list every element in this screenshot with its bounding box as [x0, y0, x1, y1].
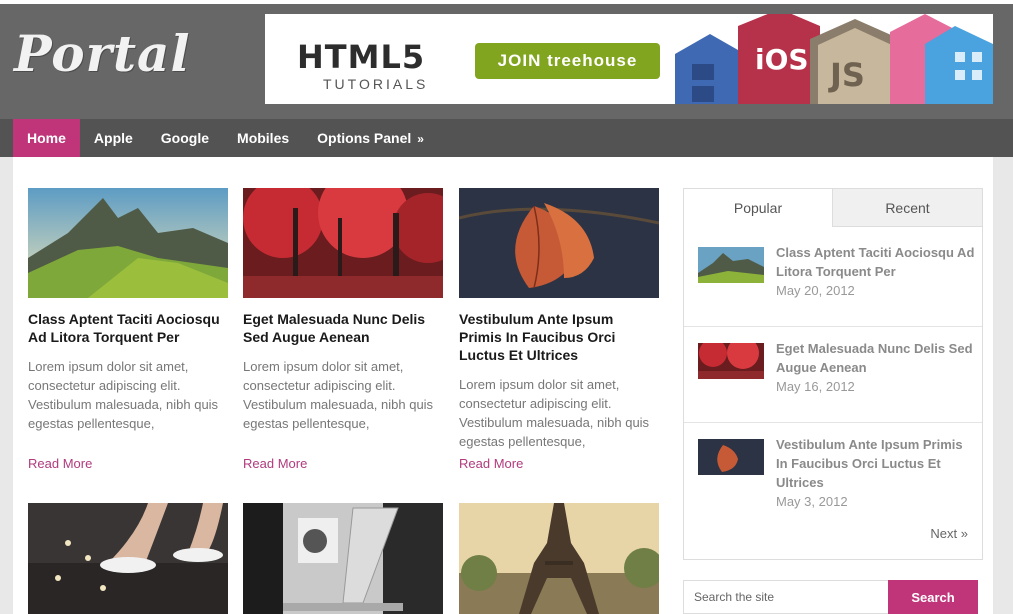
site-logo[interactable]: Portal [14, 24, 190, 83]
tab-recent[interactable]: Recent [833, 189, 982, 227]
sidebar-item-date: May 3, 2012 [776, 494, 848, 509]
sidebar-tabs: Popular Recent [684, 189, 982, 227]
main-content: Class Aptent Taciti Aociosqu Ad Litora T… [13, 157, 993, 614]
post-excerpt: Lorem ipsum dolor sit amet, consectetur … [459, 377, 650, 449]
post-card: Eget Malesuada Nunc Delis Sed Augue Aene… [243, 188, 443, 471]
nav-item-options-panel[interactable]: Options Panel » [303, 119, 438, 157]
sidebar-tabs-widget: Popular Recent Class Aptent Taciti Aocio… [683, 188, 983, 560]
sidebar-list-item: Vestibulum Ante Ipsum Primis In Faucibus… [684, 423, 982, 523]
post-title[interactable]: Class Aptent Taciti Aociosqu Ad Litora T… [28, 310, 228, 346]
banner-title: HTML5 [297, 38, 426, 76]
post-thumbnail-mountains[interactable] [28, 188, 228, 298]
post-title[interactable]: Vestibulum Ante Ipsum Primis In Faucibus… [459, 310, 659, 364]
post-thumbnail-leaf[interactable] [459, 188, 659, 298]
search-form: Search [683, 580, 983, 614]
read-more-link[interactable]: Read More [28, 456, 92, 471]
sidebar-item-title-text: Eget Malesuada Nunc Delis Sed Augue Aene… [776, 341, 973, 375]
sidebar-item-title-text: Vestibulum Ante Ipsum Primis In Faucibus… [776, 437, 963, 490]
chevron-right-icon: » [417, 132, 424, 146]
sidebar-item-date: May 20, 2012 [776, 283, 855, 298]
post-card: Vestibulum Ante Ipsum Primis In Faucibus… [459, 188, 659, 471]
sidebar-item-date: May 16, 2012 [776, 379, 855, 394]
sidebar-next-link[interactable]: Next » [930, 526, 968, 541]
sidebar-item-title[interactable]: Eget Malesuada Nunc Delis Sed Augue Aene… [776, 339, 976, 396]
nav-item-options-panel-label: Options Panel [317, 130, 412, 146]
post-excerpt: Lorem ipsum dolor sit amet, consectetur … [243, 359, 434, 431]
ad-banner[interactable]: HTML5 TUTORIALS JOIN treehouse iOS JS [265, 14, 993, 104]
banner-badges-illustration: iOS JS [675, 14, 993, 104]
nav-item-google[interactable]: Google [147, 119, 223, 157]
sidebar-list-item: Class Aptent Taciti Aociosqu Ad Litora T… [684, 227, 982, 327]
sidebar-thumbnail-leaf[interactable] [698, 439, 764, 475]
nav-item-mobiles[interactable]: Mobiles [223, 119, 303, 157]
badge-ios-text: iOS [755, 43, 809, 76]
site-header: Portal HTML5 TUTORIALS JOIN treehouse iO… [0, 4, 1013, 119]
sidebar-item-title[interactable]: Class Aptent Taciti Aociosqu Ad Litora T… [776, 243, 976, 300]
search-input[interactable] [683, 580, 889, 614]
nav-item-home[interactable]: Home [13, 119, 80, 157]
sidebar-item-title-text: Class Aptent Taciti Aociosqu Ad Litora T… [776, 245, 975, 279]
post-card: Class Aptent Taciti Aociosqu Ad Litora T… [28, 188, 228, 471]
post-thumbnail-laptop[interactable] [243, 503, 443, 614]
post-thumbnail-shoes[interactable] [28, 503, 228, 614]
tab-popular[interactable]: Popular [684, 189, 833, 227]
search-button[interactable]: Search [888, 580, 978, 614]
post-excerpt: Lorem ipsum dolor sit amet, consectetur … [28, 359, 219, 431]
post-thumbnail-eiffel-tower[interactable] [459, 503, 659, 614]
banner-join-button[interactable]: JOIN treehouse [475, 43, 660, 79]
sidebar-item-title[interactable]: Vestibulum Ante Ipsum Primis In Faucibus… [776, 435, 976, 511]
read-more-link[interactable]: Read More [243, 456, 307, 471]
sidebar-thumbnail-mountains[interactable] [698, 247, 764, 283]
post-thumbnail-red-forest[interactable] [243, 188, 443, 298]
banner-subtitle: TUTORIALS [323, 76, 429, 92]
sidebar-thumbnail-red-forest[interactable] [698, 343, 764, 379]
badge-js-text: JS [828, 56, 865, 94]
sidebar-list-item: Eget Malesuada Nunc Delis Sed Augue Aene… [684, 327, 982, 423]
main-nav: Home Apple Google Mobiles Options Panel » [0, 119, 1013, 157]
nav-item-apple[interactable]: Apple [80, 119, 147, 157]
read-more-link[interactable]: Read More [459, 456, 523, 471]
post-title[interactable]: Eget Malesuada Nunc Delis Sed Augue Aene… [243, 310, 443, 346]
